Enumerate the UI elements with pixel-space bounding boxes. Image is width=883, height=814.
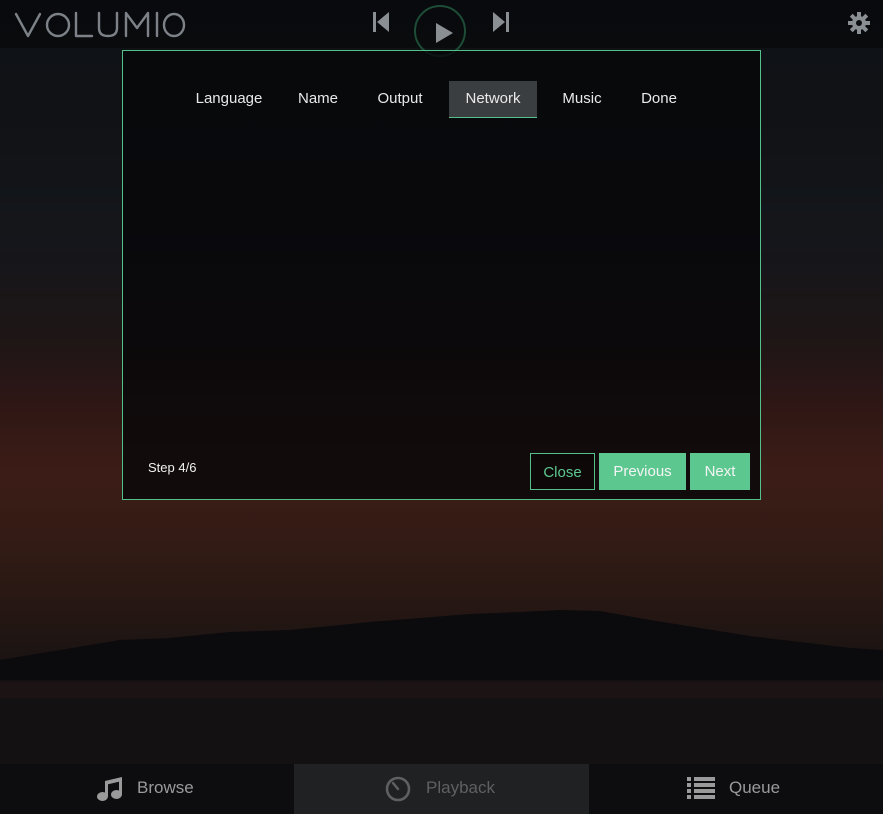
wizard-step-output[interactable]: Output [363, 81, 437, 118]
previous-track-button[interactable] [372, 11, 390, 38]
wizard-step-done[interactable]: Done [627, 81, 691, 118]
next-button[interactable]: Next [690, 453, 750, 490]
clock-icon [385, 776, 411, 802]
music-note-icon [97, 777, 122, 801]
nav-browse-label: Browse [137, 778, 194, 797]
nav-queue[interactable]: Queue [589, 764, 883, 814]
wizard-step-name[interactable]: Name [287, 81, 349, 118]
wizard-step-network[interactable]: Network [449, 81, 537, 118]
bottom-nav: Browse Playback Queue [0, 764, 883, 814]
wizard-step-music[interactable]: Music [549, 81, 615, 118]
nav-playback-label: Playback [426, 778, 495, 797]
settings-button[interactable] [848, 12, 870, 39]
nav-queue-label: Queue [729, 778, 781, 797]
list-icon [687, 777, 715, 799]
skip-next-icon [493, 12, 509, 32]
nav-browse[interactable]: Browse [0, 764, 294, 814]
previous-button[interactable]: Previous [599, 453, 686, 490]
play-icon [436, 23, 453, 43]
top-bar [0, 0, 883, 57]
skip-previous-icon [373, 12, 389, 32]
wizard-step-language[interactable]: Language [183, 81, 275, 118]
nav-playback[interactable]: Playback [294, 764, 589, 814]
volumio-logo [14, 11, 186, 38]
wizard-step-tabs: Language Name Output Network Music Done [123, 81, 760, 118]
step-counter: Step 4/6 [148, 460, 197, 475]
close-button[interactable]: Close [530, 453, 595, 490]
next-track-button[interactable] [492, 11, 510, 38]
gear-icon [848, 12, 870, 34]
setup-wizard-modal: Language Name Output Network Music Done … [122, 50, 761, 500]
